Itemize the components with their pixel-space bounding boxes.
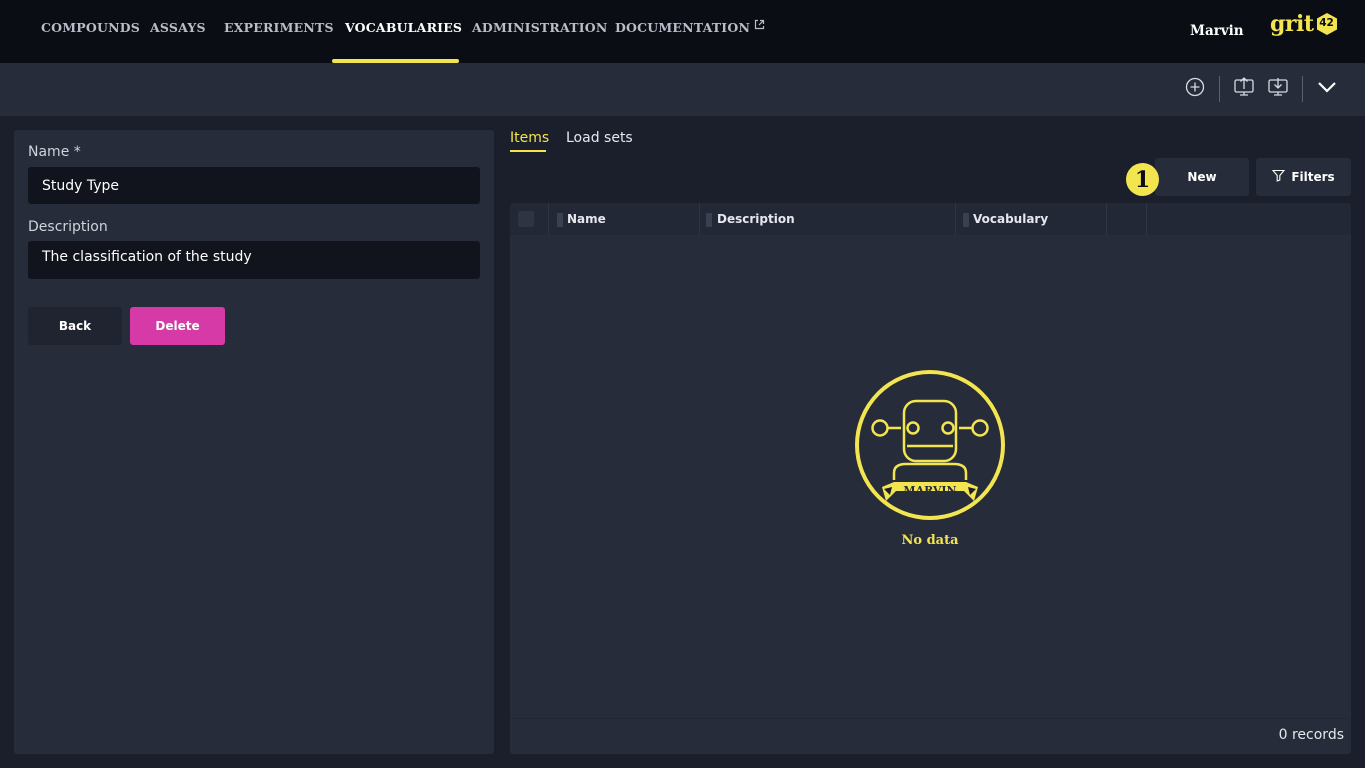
grid-footer [510, 718, 1351, 754]
column-resize-handle[interactable] [706, 213, 712, 227]
external-link-icon [754, 18, 765, 33]
description-label: Description [28, 219, 108, 235]
mascot-label: MARVIN [903, 484, 957, 497]
select-all-checkbox[interactable] [518, 211, 534, 227]
nav-documentation[interactable]: DOCUMENTATION [615, 18, 765, 35]
top-nav: COMPOUNDS ASSAYS EXPERIMENTS VOCABULARIE… [0, 0, 1365, 63]
filter-icon [1272, 169, 1286, 185]
download-icon[interactable] [1266, 75, 1290, 99]
items-grid: Name Description Vocabulary MARVIN No da… [510, 203, 1351, 754]
column-header-description[interactable]: Description [717, 212, 795, 226]
column-separator [955, 203, 956, 235]
user-menu[interactable]: Marvin [1190, 23, 1244, 39]
delete-button[interactable]: Delete [130, 307, 225, 345]
tab-items[interactable]: Items [510, 130, 549, 146]
plus-circle-icon[interactable] [1183, 75, 1207, 99]
marvin-robot-icon [855, 370, 1005, 520]
column-header-vocabulary[interactable]: Vocabulary [973, 212, 1048, 226]
nav-vocabularies[interactable]: VOCABULARIES [345, 20, 462, 35]
column-resize-handle[interactable] [963, 213, 969, 227]
column-separator [548, 203, 549, 235]
filters-button[interactable]: Filters [1256, 158, 1351, 196]
empty-state: MARVIN No data [854, 369, 1006, 548]
toolbar-divider [1219, 76, 1220, 102]
column-separator [1146, 203, 1147, 235]
grid-header: Name Description Vocabulary [510, 203, 1351, 235]
nav-compounds[interactable]: COMPOUNDS [41, 20, 140, 35]
column-separator [1106, 203, 1107, 235]
nav-administration[interactable]: ADMINISTRATION [472, 20, 608, 35]
chevron-down-icon[interactable] [1315, 75, 1339, 99]
column-separator [699, 203, 700, 235]
step-badge: 1 [1126, 163, 1159, 196]
toolbar [0, 63, 1365, 116]
vocabulary-form: Name * Description The classification of… [14, 130, 494, 754]
logo-text: grit [1270, 11, 1314, 37]
nav-documentation-label: DOCUMENTATION [615, 20, 751, 35]
new-button[interactable]: New [1155, 158, 1249, 196]
nav-experiments[interactable]: EXPERIMENTS [224, 20, 334, 35]
upload-icon[interactable] [1232, 75, 1256, 99]
name-input[interactable] [28, 167, 480, 204]
nav-assays[interactable]: ASSAYS [150, 20, 206, 35]
grit42-logo[interactable]: grit 42 [1270, 12, 1339, 36]
column-header-name[interactable]: Name [567, 212, 606, 226]
tab-load-sets[interactable]: Load sets [566, 130, 633, 146]
description-textarea[interactable]: The classification of the study [28, 241, 480, 279]
filters-label: Filters [1291, 170, 1335, 184]
name-label: Name * [28, 144, 81, 160]
toolbar-divider [1302, 76, 1303, 102]
empty-state-text: No data [901, 533, 959, 548]
tab-active-indicator [510, 150, 546, 152]
record-count: 0 records [1278, 727, 1344, 743]
logo-badge: 42 [1315, 12, 1339, 36]
column-resize-handle[interactable] [557, 213, 563, 227]
back-button[interactable]: Back [28, 307, 122, 345]
